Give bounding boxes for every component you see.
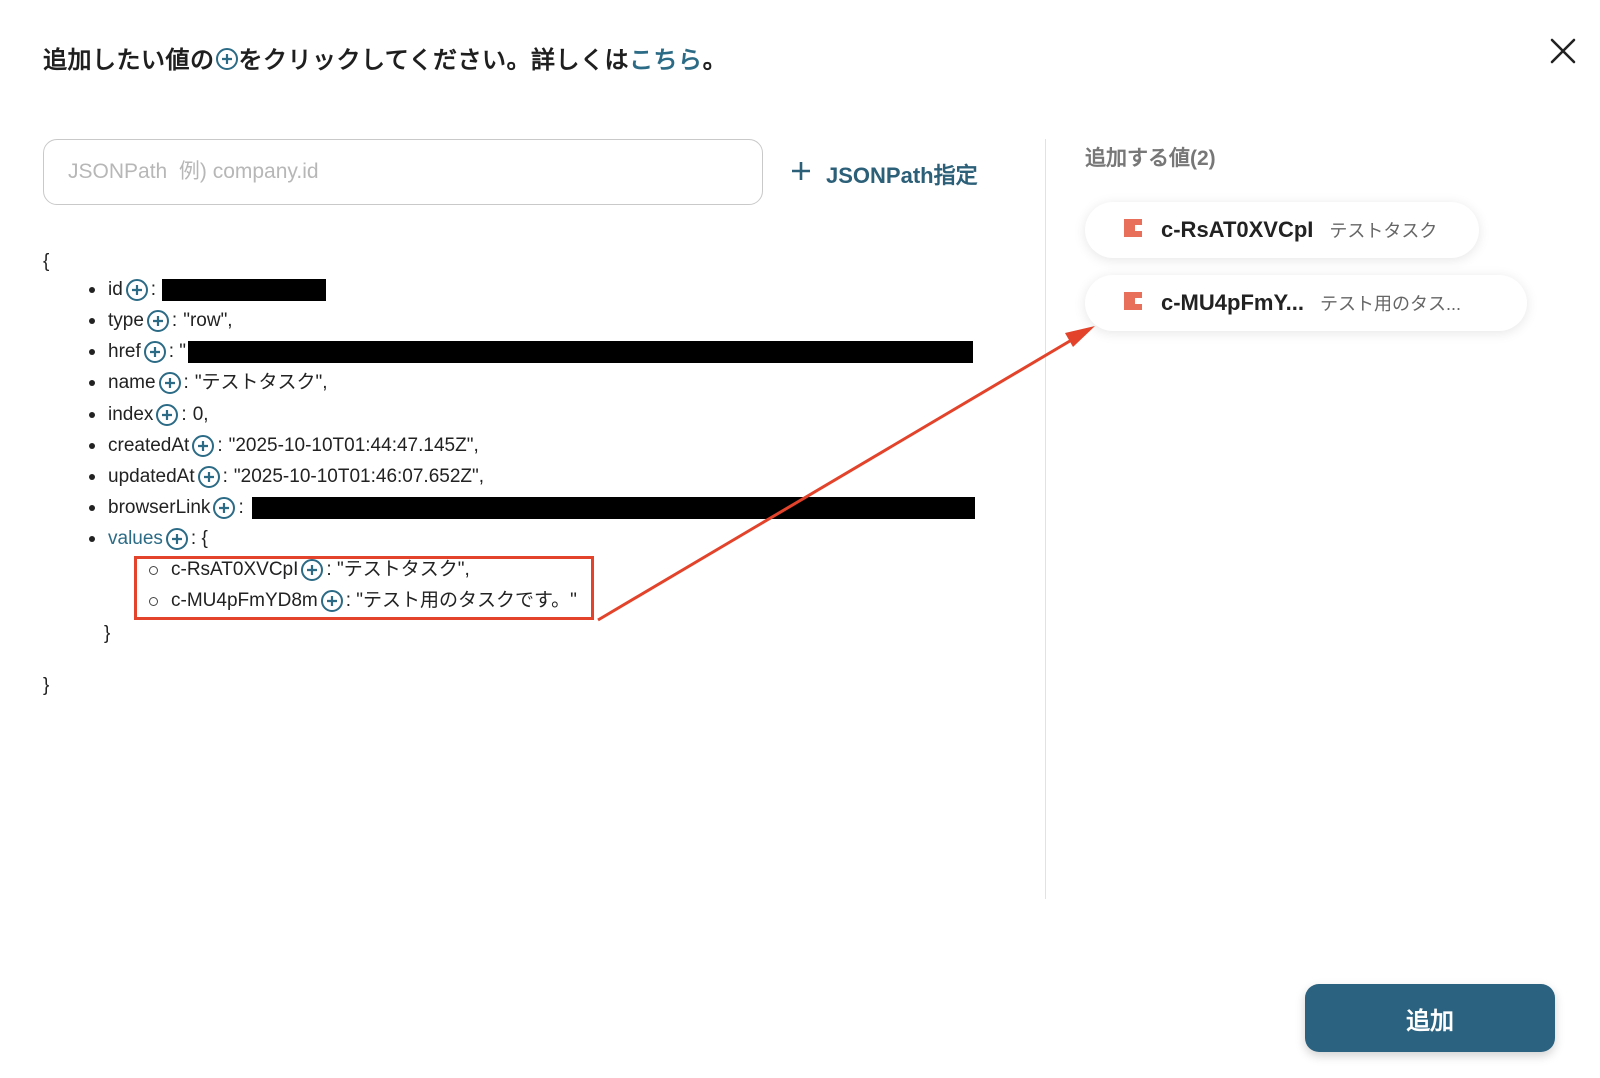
- add-button[interactable]: 追加: [1305, 984, 1555, 1052]
- plus-icon: [790, 160, 812, 188]
- heading-end: 。: [702, 47, 728, 74]
- bullet: [89, 474, 95, 480]
- add-plus-icon[interactable]: [191, 434, 215, 458]
- heading-suffix: をクリックしてください。詳しくは: [238, 47, 630, 74]
- add-plus-icon[interactable]: [165, 527, 189, 551]
- field-key[interactable]: values: [108, 525, 163, 553]
- close-icon[interactable]: [1548, 36, 1578, 66]
- json-field: updatedAt : "2025-10-10T01:46:07.652Z",: [89, 463, 484, 491]
- bullet: [89, 536, 95, 542]
- field-key: createdAt: [108, 435, 190, 456]
- chip-value: テストタスク: [1329, 221, 1438, 241]
- field-value: 0,: [192, 404, 209, 425]
- json-field: id :: [89, 276, 327, 304]
- chip-key: c-MU4pFmY...: [1161, 290, 1305, 315]
- inner-brace-close: }: [104, 623, 111, 644]
- json-field: browserLink :: [89, 494, 975, 522]
- bullet: [89, 287, 95, 293]
- json-field: type : "row",: [89, 307, 233, 335]
- field-sep: :: [217, 435, 223, 456]
- field-key: index: [108, 404, 154, 425]
- field-sep: :: [171, 310, 178, 331]
- selected-value-chip[interactable]: c-RsAT0XVCpI テストタスク: [1085, 202, 1479, 258]
- value-type-icon: [1121, 216, 1145, 245]
- jsonpath-input[interactable]: [43, 139, 763, 205]
- bullet: [89, 380, 95, 386]
- bullet: [89, 505, 95, 511]
- field-sep: :: [150, 279, 157, 300]
- field-sep: : {: [190, 528, 208, 549]
- field-value: "テストタスク",: [194, 372, 328, 393]
- redacted-value: [162, 279, 327, 301]
- instruction-heading: 追加したい値の をクリックしてください。詳しくはこちら。: [43, 40, 727, 78]
- field-sep: : ": [168, 341, 187, 362]
- help-link[interactable]: こちら: [629, 47, 703, 74]
- selected-value-chip[interactable]: c-MU4pFmY... テスト用のタス...: [1085, 275, 1527, 331]
- field-key: href: [108, 341, 141, 362]
- field-value: "2025-10-10T01:46:07.652Z",: [233, 466, 485, 487]
- selected-values-title: 追加する値(2): [1085, 147, 1216, 170]
- field-sep: :: [183, 372, 189, 393]
- redacted-value: [188, 341, 974, 363]
- value-type-icon: [1121, 289, 1145, 318]
- field-value: "row",: [183, 310, 233, 331]
- brace-open: {: [43, 251, 50, 272]
- add-plus-icon[interactable]: [197, 465, 221, 489]
- add-plus-icon[interactable]: [212, 496, 236, 520]
- add-plus-icon[interactable]: [155, 403, 179, 427]
- panel-divider: [1045, 139, 1046, 899]
- field-sep: :: [238, 497, 244, 518]
- bullet: [89, 349, 95, 355]
- brace-close: }: [43, 675, 50, 696]
- field-value: "2025-10-10T01:44:47.145Z",: [228, 435, 479, 456]
- field-sep: :: [222, 466, 228, 487]
- jsonpath-specify-label: JSONPath指定: [826, 163, 978, 188]
- add-plus-icon[interactable]: [125, 278, 149, 302]
- field-key: id: [108, 279, 123, 300]
- json-field: values : {: [89, 525, 208, 553]
- add-plus-icon[interactable]: [146, 309, 170, 333]
- field-key: name: [108, 372, 156, 393]
- add-plus-icon[interactable]: [158, 371, 182, 395]
- bullet: [89, 318, 95, 324]
- add-plus-icon[interactable]: [143, 340, 167, 364]
- bullet: [89, 412, 95, 418]
- json-field: name : "テストタスク",: [89, 369, 328, 397]
- json-field: href : ": [89, 338, 974, 366]
- field-key: browserLink: [108, 497, 211, 518]
- heading-prefix: 追加したい値の: [43, 47, 215, 74]
- field-sep: :: [181, 404, 187, 425]
- annotation-highlight-box: [134, 556, 594, 620]
- bullet: [89, 443, 95, 449]
- jsonpath-specify-button[interactable]: JSONPath指定: [790, 156, 978, 192]
- chip-value: テスト用のタス...: [1320, 294, 1462, 314]
- field-key: type: [108, 310, 144, 331]
- json-field: createdAt : "2025-10-10T01:44:47.145Z",: [89, 432, 479, 460]
- json-field: index : 0,: [89, 401, 209, 429]
- redacted-value: [251, 497, 975, 519]
- chip-key: c-RsAT0XVCpI: [1161, 217, 1314, 242]
- field-key: updatedAt: [108, 466, 195, 487]
- plus-circle-icon: [215, 47, 239, 78]
